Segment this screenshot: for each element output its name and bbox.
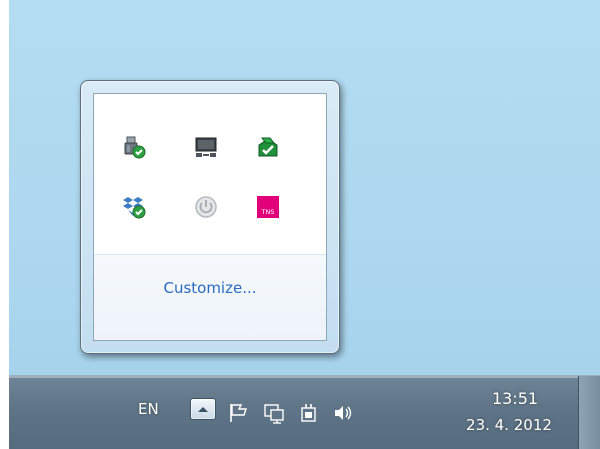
- network-display-icon[interactable]: [194, 135, 218, 159]
- chevron-up-icon: [198, 407, 208, 412]
- network-icon[interactable]: [263, 402, 285, 424]
- power-plug-icon[interactable]: [298, 402, 320, 424]
- clock-time[interactable]: 13:51: [477, 389, 553, 408]
- green-shield-check-icon[interactable]: [256, 135, 280, 159]
- volume-icon[interactable]: [332, 402, 354, 424]
- dropbox-icon[interactable]: [122, 195, 146, 219]
- tns-icon[interactable]: TNS: [256, 195, 280, 219]
- power-icon[interactable]: [194, 195, 218, 219]
- hidden-icons-grid: TNS: [94, 94, 326, 254]
- notification-overflow-popup: TNS Customize...: [80, 80, 340, 354]
- tns-icon-label: TNS: [261, 208, 275, 216]
- taskbar-sheen: [9, 376, 600, 378]
- show-hidden-icons-button[interactable]: [190, 398, 216, 420]
- action-center-flag-icon[interactable]: [227, 402, 249, 424]
- show-desktop-button[interactable]: [578, 376, 600, 449]
- language-indicator[interactable]: EN: [138, 400, 159, 418]
- safely-remove-hardware-icon[interactable]: [122, 135, 146, 159]
- popup-content: TNS Customize...: [93, 93, 327, 341]
- screen: TNS Customize... EN 13:51 23. 4. 2012: [9, 0, 600, 449]
- taskbar: EN 13:51 23. 4. 2012: [9, 375, 600, 449]
- popup-footer: Customize...: [94, 255, 326, 340]
- customize-link[interactable]: Customize...: [94, 279, 326, 297]
- clock-date[interactable]: 23. 4. 2012: [451, 416, 567, 434]
